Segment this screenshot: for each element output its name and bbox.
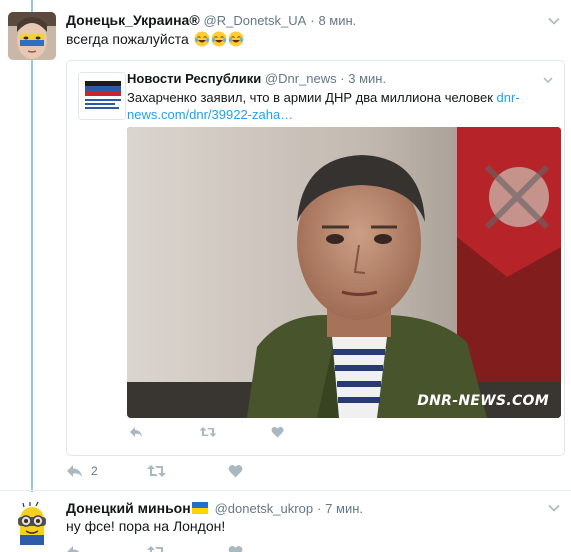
author-handle[interactable]: @donetsk_ukrop bbox=[215, 501, 313, 516]
face-with-tears-of-joy-emoji bbox=[228, 31, 244, 47]
timestamp[interactable]: 8 мин. bbox=[318, 13, 356, 28]
reply-icon bbox=[130, 427, 142, 437]
separator-dot: · bbox=[310, 13, 315, 28]
tweet-header: Донецьк_Украина® @R_Donetsk_UA · 8 мин. bbox=[66, 11, 356, 30]
timestamp[interactable]: 7 мин. bbox=[325, 501, 363, 516]
reply-count: 2 bbox=[91, 464, 98, 478]
tweet-header: Донецкий миньон @donetsk_ukrop · 7 мин. bbox=[66, 499, 363, 518]
retweet-icon bbox=[199, 427, 217, 437]
avatar[interactable] bbox=[8, 501, 56, 549]
like-button[interactable] bbox=[228, 464, 243, 478]
reply-button[interactable] bbox=[129, 426, 143, 438]
reply-icon bbox=[67, 465, 82, 477]
separator-dot: · bbox=[340, 71, 345, 86]
heart-icon bbox=[271, 426, 284, 438]
heart-icon bbox=[228, 465, 243, 478]
face-with-tears-of-joy-emoji bbox=[194, 31, 210, 47]
face-with-tears-of-joy-emoji bbox=[211, 31, 227, 47]
quoted-tweet[interactable]: Новости Республики @Dnr_news · 3 мин. За… bbox=[66, 60, 565, 456]
quoted-header: Новости Республики @Dnr_news · 3 мин. bbox=[127, 71, 386, 87]
reply-button[interactable]: 2 bbox=[66, 464, 98, 478]
chevron-down-icon[interactable] bbox=[547, 501, 561, 515]
tweet[interactable]: Донецкий миньон @donetsk_ukrop · 7 мин. … bbox=[0, 490, 571, 552]
like-button[interactable] bbox=[271, 426, 284, 438]
emoji-group bbox=[193, 31, 244, 47]
retweet-button[interactable] bbox=[199, 426, 217, 438]
quoted-timestamp[interactable]: 3 мин. bbox=[348, 71, 386, 86]
tweet[interactable]: Донецьк_Украина® @R_Donetsk_UA · 8 мин. … bbox=[0, 0, 571, 490]
quoted-author-name[interactable]: Новости Республики bbox=[127, 71, 261, 86]
reply-icon bbox=[67, 546, 80, 552]
avatar[interactable] bbox=[8, 12, 56, 60]
retweet-button[interactable] bbox=[146, 545, 167, 552]
photo-watermark: DNR-NEWS.COM bbox=[417, 393, 549, 409]
author-name[interactable]: Донецьк_Украина® bbox=[66, 12, 200, 28]
retweet-icon bbox=[147, 465, 166, 477]
tweet-text: ну фсе! пора на Лондон! bbox=[66, 518, 226, 534]
tweet-text-body: всегда пожалуйста bbox=[66, 31, 189, 47]
author-name[interactable]: Донецкий миньон bbox=[66, 500, 191, 516]
separator-dot: · bbox=[316, 501, 322, 516]
quoted-avatar[interactable] bbox=[78, 72, 126, 120]
quoted-author-handle[interactable]: @Dnr_news bbox=[265, 71, 337, 86]
chevron-down-icon[interactable] bbox=[547, 14, 561, 28]
tweet-text: всегда пожалуйста bbox=[66, 30, 244, 48]
retweet-button[interactable] bbox=[146, 464, 167, 478]
quoted-text-body: Захарченко заявил, что в армии ДНР два м… bbox=[127, 90, 497, 105]
quoted-text: Захарченко заявил, что в армии ДНР два м… bbox=[127, 89, 547, 123]
author-handle[interactable]: @R_Donetsk_UA bbox=[204, 13, 307, 28]
like-button[interactable] bbox=[228, 545, 243, 552]
retweet-icon bbox=[147, 546, 163, 552]
ukraine-flag-emoji bbox=[191, 502, 208, 514]
reply-button[interactable] bbox=[66, 545, 83, 552]
heart-icon bbox=[228, 546, 243, 552]
quoted-photo[interactable]: DNR-NEWS.COM bbox=[127, 127, 561, 418]
chevron-down-icon[interactable] bbox=[542, 73, 554, 85]
